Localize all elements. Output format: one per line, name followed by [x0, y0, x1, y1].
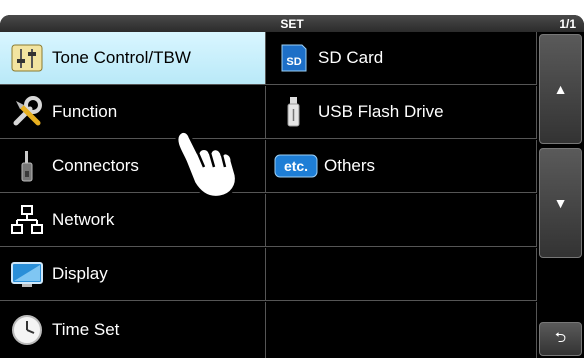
monitor-icon	[8, 255, 46, 293]
scroll-down-button[interactable]: ▼	[539, 148, 582, 258]
network-icon	[8, 201, 46, 239]
page-indicator: 1/1	[559, 17, 576, 31]
menu-item-time-set[interactable]: Time Set	[0, 302, 266, 358]
menu-item-label: Display	[52, 264, 108, 283]
menu-item-tone-control[interactable]: Tone Control/TBW	[0, 32, 266, 85]
usb-drive-icon	[274, 93, 312, 131]
sd-card-icon: SD	[274, 39, 312, 77]
menu-item-label: Function	[52, 102, 118, 121]
menu-item-display[interactable]: Display	[0, 248, 266, 301]
down-arrow-icon: ▼	[553, 195, 568, 211]
menu-item-sd-card[interactable]: SD SD Card	[266, 32, 537, 85]
svg-text:etc.: etc.	[284, 158, 308, 174]
tone-control-icon	[8, 39, 46, 77]
menu-item-label: Tone Control/TBW	[52, 48, 191, 67]
menu-item-label: Time Set	[52, 320, 120, 339]
set-menu-screen: SET 1/1 Tone Control/TBW Function Connec…	[0, 0, 587, 358]
back-button[interactable]: ⮌	[539, 322, 582, 356]
scroll-panel: ▲ ▼ ⮌	[537, 32, 584, 358]
menu-item-label: Connectors	[52, 156, 139, 175]
menu-item-label: SD Card	[318, 48, 384, 67]
connector-plug-icon	[8, 147, 46, 185]
scroll-up-button[interactable]: ▲	[539, 34, 582, 144]
menu-item-others[interactable]: etc. Others	[266, 140, 537, 193]
up-arrow-icon: ▲	[553, 81, 568, 97]
clock-icon	[8, 311, 46, 349]
menu-item-empty	[266, 248, 537, 301]
svg-text:SD: SD	[286, 56, 301, 68]
back-arrow-icon: ⮌	[554, 329, 567, 345]
menu-panel: SET 1/1 Tone Control/TBW Function Connec…	[0, 15, 584, 358]
menu-item-empty	[266, 194, 537, 247]
menu-item-usb-flash-drive[interactable]: USB Flash Drive	[266, 86, 537, 139]
title-bar: SET 1/1	[0, 15, 584, 32]
menu-item-empty	[266, 302, 537, 358]
menu-item-label: Others	[324, 156, 376, 175]
tools-icon	[8, 93, 46, 131]
menu-item-label: Network	[52, 210, 115, 229]
etc-icon: etc.	[274, 147, 318, 185]
menu-title: SET	[280, 17, 304, 31]
pointing-hand-icon	[175, 129, 238, 199]
menu-item-label: USB Flash Drive	[318, 102, 444, 121]
